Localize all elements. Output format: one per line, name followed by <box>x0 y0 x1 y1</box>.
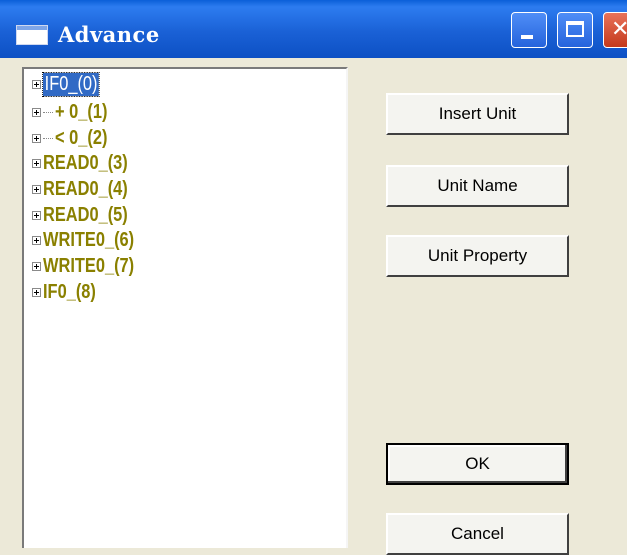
tree-item-label: READ0_(3) <box>43 151 128 174</box>
expand-icon[interactable] <box>32 235 41 245</box>
tree-item[interactable]: READ0_(5) <box>32 203 146 227</box>
insert-unit-button[interactable]: Insert Unit <box>386 93 569 135</box>
expand-icon[interactable] <box>32 210 41 220</box>
close-button[interactable] <box>603 12 627 48</box>
tree-item-label: < 0_(2) <box>55 126 108 149</box>
expand-icon[interactable] <box>32 184 41 194</box>
tree-item-label: IF0_(8) <box>43 280 96 303</box>
tree-item[interactable]: READ0_(4) <box>32 177 146 201</box>
tree-item-label: READ0_(4) <box>43 177 128 200</box>
expand-icon[interactable] <box>32 158 41 168</box>
tree-item[interactable]: < 0_(2) <box>32 126 119 150</box>
unit-property-button[interactable]: Unit Property <box>386 235 569 277</box>
tree-item[interactable]: READ0_(3) <box>32 151 146 175</box>
title-bar[interactable]: Advance <box>0 0 627 58</box>
tree-item-label: IF0_(0) <box>42 71 100 97</box>
expand-icon[interactable] <box>32 107 41 117</box>
tree-item[interactable]: IF0_(0) <box>32 71 111 97</box>
tree-item-label: WRITE0_(6) <box>43 228 135 251</box>
maximize-button[interactable] <box>557 12 593 48</box>
minimize-button[interactable] <box>511 12 547 48</box>
window-title: Advance <box>58 22 160 47</box>
expand-icon[interactable] <box>32 287 41 297</box>
tree-item-label: + 0_(1) <box>55 100 108 123</box>
unit-tree-view[interactable]: IF0_(0) + 0_(1) < 0_(2) READ0_(3) READ0_… <box>22 67 348 548</box>
unit-name-button[interactable]: Unit Name <box>386 165 569 207</box>
tree-item[interactable]: + 0_(1) <box>32 100 119 124</box>
ok-button[interactable]: OK <box>386 443 569 485</box>
expand-icon[interactable] <box>32 261 41 271</box>
app-window-icon <box>16 25 48 45</box>
expand-icon[interactable] <box>32 79 41 89</box>
tree-item[interactable]: WRITE0_(7) <box>32 254 154 278</box>
tree-item-label: READ0_(5) <box>43 203 128 226</box>
cancel-button[interactable]: Cancel <box>386 513 569 555</box>
tree-item[interactable]: WRITE0_(6) <box>32 228 154 252</box>
tree-item[interactable]: IF0_(8) <box>32 280 107 304</box>
tree-item-label: WRITE0_(7) <box>43 254 135 277</box>
expand-icon[interactable] <box>32 133 41 143</box>
